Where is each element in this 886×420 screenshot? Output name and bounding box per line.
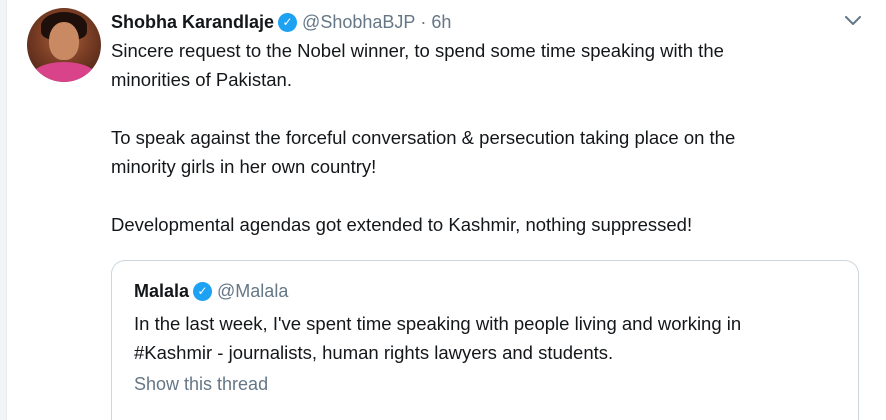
avatar-face (49, 22, 79, 60)
tweet-header: Shobha Karandlaje ✓ @ShobhaBJP · 6h (111, 9, 451, 35)
quoted-tweet-header: Malala ✓ @Malala (134, 279, 288, 303)
quoted-author-name: Malala (134, 280, 190, 301)
tweet-line: Developmental agendas got extended to Ka… (111, 214, 693, 235)
quoted-line: In the last week, I've spent time speaki… (134, 313, 742, 334)
tweet-line: minority girls in her own country! (111, 156, 377, 177)
quoted-tweet[interactable]: Malala ✓ @Malala In the last week, I've … (111, 260, 859, 420)
tweet-line: Sincere request to the Nobel winner, to … (111, 40, 724, 61)
chevron-down-icon[interactable] (842, 10, 864, 32)
tweet-timestamp[interactable]: 6h (431, 12, 451, 33)
tweet-line: minorities of Pakistan. (111, 69, 292, 90)
author-name[interactable]: Shobha Karandlaje (111, 12, 274, 33)
quoted-tweet-text: In the last week, I've spent time speaki… (134, 309, 834, 367)
verified-badge-icon: ✓ (278, 12, 298, 32)
tweet-card[interactable]: Shobha Karandlaje ✓ @ShobhaBJP · 6h Sinc… (6, 0, 886, 420)
quoted-author-handle: @Malala (217, 280, 289, 301)
tweet-text: Sincere request to the Nobel winner, to … (111, 36, 851, 239)
quoted-line: #Kashmir - journalists, human rights law… (134, 342, 614, 363)
verified-badge-icon: ✓ (193, 281, 213, 301)
avatar-shoulders (31, 62, 97, 82)
author-handle[interactable]: @ShobhaBJP (302, 12, 415, 33)
separator-dot: · (420, 11, 427, 32)
tweet-line: To speak against the forceful conversati… (111, 127, 736, 148)
show-thread-link[interactable]: Show this thread (134, 374, 268, 395)
author-avatar[interactable] (27, 8, 101, 82)
